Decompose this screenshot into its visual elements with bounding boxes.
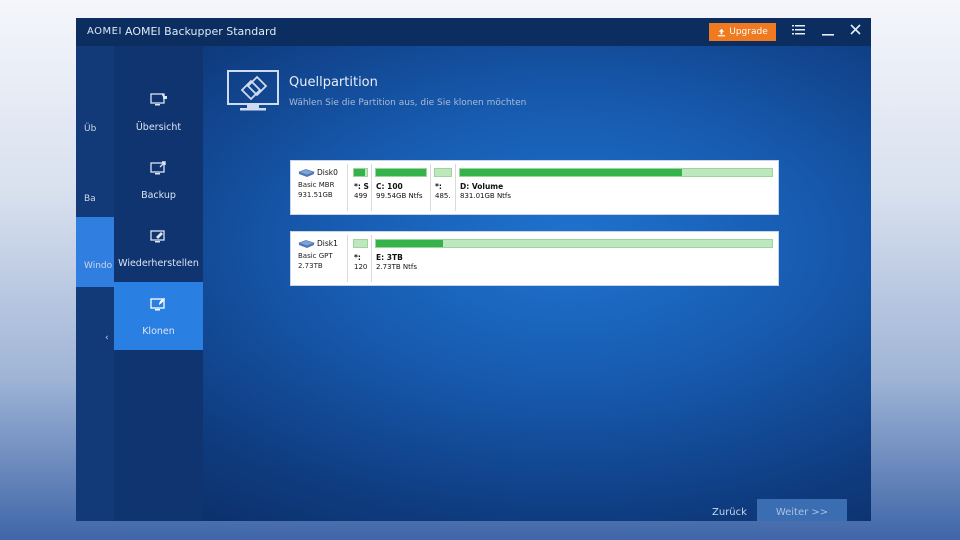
partition-size: 485. bbox=[435, 192, 451, 200]
partition-cell[interactable]: C: 100 99.54GB Ntfs bbox=[372, 164, 431, 211]
sidebar: Übersicht Backup Wiederherstellen Klonen bbox=[114, 46, 203, 521]
disk-info-cell[interactable]: Disk1 Basic GPT 2.73TB bbox=[294, 235, 348, 282]
outer-sidebar-label: Windo bbox=[84, 261, 113, 271]
disk-type: Basic GPT bbox=[298, 252, 333, 260]
outer-sidebar-item-collapse[interactable]: ‹ bbox=[76, 331, 114, 347]
partition-size: 499 bbox=[354, 192, 368, 200]
partition-usage-fill bbox=[460, 169, 682, 176]
sidebar-item-overview[interactable]: Übersicht bbox=[114, 78, 203, 146]
sidebar-item-label: Klonen bbox=[142, 326, 175, 337]
sidebar-item-label: Wiederherstellen bbox=[118, 258, 199, 269]
sidebar-item-label: Übersicht bbox=[135, 122, 182, 133]
partition-name: *: bbox=[354, 253, 361, 262]
partition-usage-bar bbox=[353, 168, 368, 177]
app-window: AOMEI AOMEI Backupper Standard Upgrade Ü… bbox=[76, 18, 871, 521]
partition-cell[interactable]: E: 3TB 2.73TB Ntfs bbox=[372, 235, 776, 282]
title-bar: AOMEI AOMEI Backupper Standard Upgrade bbox=[76, 18, 871, 46]
partition-usage-bar bbox=[375, 168, 427, 177]
outer-sidebar-item-overview[interactable]: Üb bbox=[76, 122, 114, 138]
partition-usage-bar bbox=[375, 239, 773, 248]
main-content: Quellpartition Wählen Sie die Partition … bbox=[203, 46, 871, 521]
outer-sidebar-item-windows[interactable]: Windo bbox=[76, 217, 114, 287]
brand-logo: AOMEI bbox=[87, 26, 122, 37]
partition-name: *: S bbox=[354, 182, 369, 191]
disk-row-disk1: Disk1 Basic GPT 2.73TB *: 120 E: 3TB 2.7… bbox=[290, 231, 779, 286]
back-button[interactable]: Zurück bbox=[712, 507, 747, 518]
outer-sidebar: Üb Ba Windo ‹ bbox=[76, 46, 114, 521]
next-button[interactable]: Weiter >> bbox=[757, 499, 847, 521]
disk-size: 931.51GB bbox=[298, 191, 333, 199]
partition-name: *: bbox=[435, 182, 442, 191]
partition-usage-bar bbox=[353, 239, 368, 248]
page-subtitle: Wählen Sie die Partition aus, die Sie kl… bbox=[289, 98, 527, 108]
partition-cell[interactable]: *: 485. bbox=[431, 164, 456, 211]
partition-usage-fill bbox=[376, 240, 444, 247]
disk-name: Disk0 bbox=[317, 168, 338, 177]
collapse-arrow-icon: ‹ bbox=[105, 333, 109, 343]
upgrade-button[interactable]: Upgrade bbox=[709, 23, 776, 41]
source-partition-icon bbox=[227, 70, 279, 111]
disk-size: 2.73TB bbox=[298, 262, 323, 270]
upgrade-icon bbox=[718, 28, 726, 36]
sidebar-item-restore[interactable]: Wiederherstellen bbox=[114, 214, 203, 282]
outer-sidebar-label: Üb bbox=[84, 124, 97, 134]
sidebar-item-backup[interactable]: Backup bbox=[114, 146, 203, 214]
menu-icon[interactable] bbox=[792, 24, 805, 40]
partition-cell[interactable]: *: S 499 bbox=[350, 164, 372, 211]
restore-icon bbox=[150, 230, 165, 243]
upgrade-label: Upgrade bbox=[729, 27, 768, 37]
partition-usage-bar bbox=[434, 168, 452, 177]
overview-icon bbox=[150, 93, 167, 106]
partition-size: 99.54GB Ntfs bbox=[376, 192, 423, 200]
disk-icon bbox=[298, 168, 315, 177]
disk-row-disk0: Disk0 Basic MBR 931.51GB *: S 499 C: 100… bbox=[290, 160, 779, 215]
outer-sidebar-item-backup[interactable]: Ba bbox=[76, 192, 114, 208]
partition-size: 120 bbox=[354, 263, 368, 271]
app-title: AOMEI Backupper Standard bbox=[125, 25, 277, 38]
partition-cell[interactable]: *: 120 bbox=[350, 235, 372, 282]
clone-icon bbox=[150, 298, 165, 311]
partition-name: C: 100 bbox=[376, 182, 403, 191]
partition-usage-fill bbox=[354, 169, 366, 176]
partition-usage-fill bbox=[376, 169, 426, 176]
partition-size: 2.73TB Ntfs bbox=[376, 263, 417, 271]
close-icon[interactable] bbox=[850, 24, 861, 40]
partition-name: E: 3TB bbox=[376, 253, 403, 262]
sidebar-item-label: Backup bbox=[141, 190, 176, 201]
disk-type: Basic MBR bbox=[298, 181, 335, 189]
partition-size: 831.01GB Ntfs bbox=[460, 192, 512, 200]
backup-icon bbox=[150, 161, 166, 175]
disk-icon bbox=[298, 239, 315, 248]
partition-cell[interactable]: D: Volume 831.01GB Ntfs bbox=[456, 164, 776, 211]
disk-info-cell[interactable]: Disk0 Basic MBR 931.51GB bbox=[294, 164, 348, 211]
partition-name: D: Volume bbox=[460, 182, 504, 191]
outer-sidebar-label: Ba bbox=[84, 194, 96, 204]
minimize-icon[interactable] bbox=[822, 24, 834, 41]
disk-name: Disk1 bbox=[317, 239, 338, 248]
page-title: Quellpartition bbox=[289, 75, 378, 90]
partition-usage-bar bbox=[459, 168, 773, 177]
sidebar-item-clone[interactable]: Klonen bbox=[114, 282, 203, 350]
